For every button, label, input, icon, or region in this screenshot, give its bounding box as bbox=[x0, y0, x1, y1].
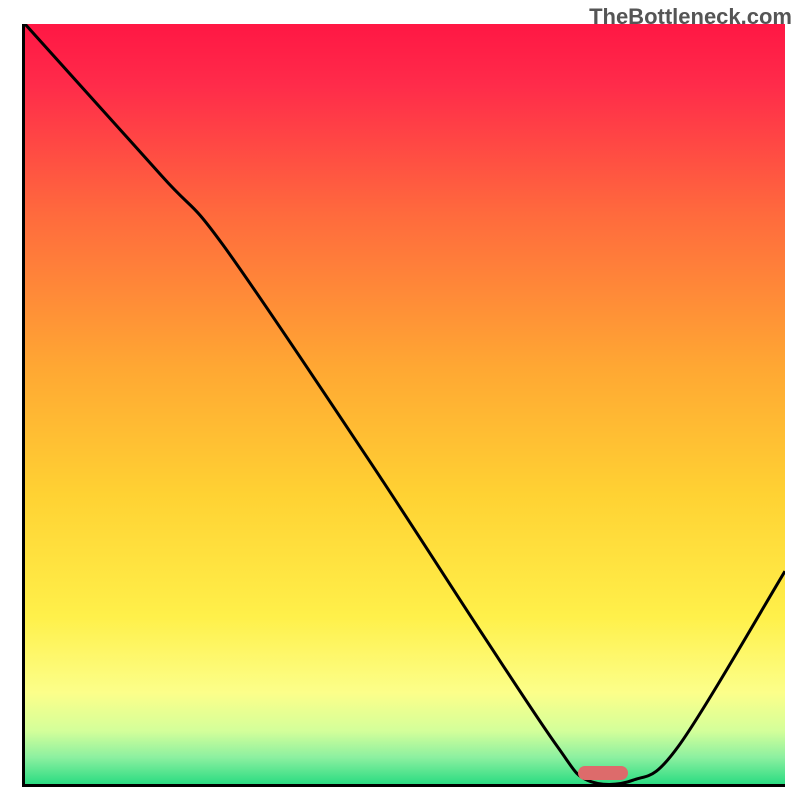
plot-area bbox=[22, 24, 785, 787]
sweet-spot-marker bbox=[578, 766, 628, 780]
bottleneck-curve bbox=[25, 24, 785, 784]
bottleneck-chart: TheBottleneck.com bbox=[0, 0, 800, 800]
watermark-text: TheBottleneck.com bbox=[589, 4, 792, 30]
